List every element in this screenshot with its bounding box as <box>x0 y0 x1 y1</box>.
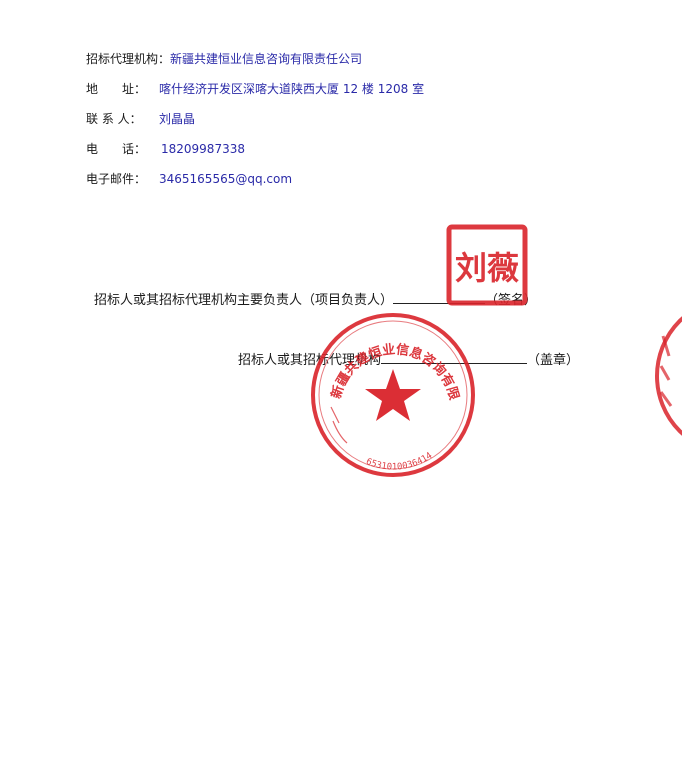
contact-value: 刘晶晶 <box>159 112 196 126</box>
contact-row: 联 系 人： 刘晶晶 <box>86 111 195 127</box>
phone-value: 18209987338 <box>161 142 245 156</box>
address-row: 地 址： 喀什经济开发区深喀大道陕西大厦 12 楼 1208 室 <box>86 81 424 97</box>
company-seal-stamp: 新疆共建恒业信息咨询有限责任公司 6531010036414 <box>309 311 475 477</box>
partial-seal-stamp <box>655 316 682 436</box>
contact-label: 联 系 人： <box>86 112 142 126</box>
agency-label: 招标代理机构： <box>86 52 171 66</box>
name-seal-stamp: 刘薇 <box>446 224 528 306</box>
agency-value: 新疆共建恒业信息咨询有限责任公司 <box>170 52 363 66</box>
phone-row: 电 话： 18209987338 <box>86 141 245 157</box>
email-row: 电子邮件： 3465165565@qq.com <box>86 171 292 187</box>
seal-company-name: 新疆共建恒业信息咨询有限责任公司 <box>309 311 461 403</box>
phone-label: 电 话： <box>86 142 147 156</box>
email-value: 3465165565@qq.com <box>159 172 293 186</box>
seal-star-icon <box>365 369 421 421</box>
address-value: 喀什经济开发区深喀大道陕西大厦 12 楼 1208 室 <box>159 82 425 96</box>
signature-line-text: 招标人或其招标代理机构主要负责人（项目负责人） <box>94 293 394 308</box>
seal-suffix: （盖章） <box>527 353 580 368</box>
name-seal-text: 刘薇 <box>455 249 519 287</box>
email-label: 电子邮件： <box>86 172 147 186</box>
agency-row: 招标代理机构：新疆共建恒业信息咨询有限责任公司 <box>86 51 362 67</box>
svg-text:新疆共建恒业信息咨询有限责任公司: 新疆共建恒业信息咨询有限责任公司 <box>309 311 461 403</box>
address-label: 地 址： <box>86 82 147 96</box>
